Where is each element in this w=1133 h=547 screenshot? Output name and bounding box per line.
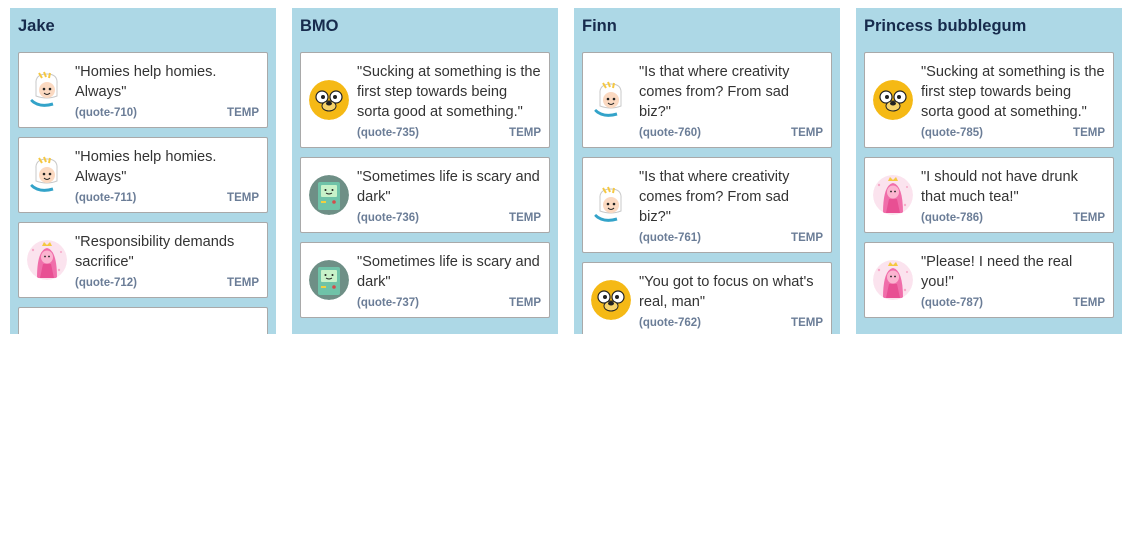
quote-card[interactable]: "Homies help homies. Always" (quote-710) T… bbox=[18, 52, 268, 128]
princess-bubblegum-avatar-icon bbox=[27, 240, 67, 280]
column: BMO "Sucking at something is the first st… bbox=[292, 8, 558, 334]
quote-meta: (quote-785) TEMP bbox=[921, 127, 1105, 139]
column-title[interactable]: Finn bbox=[582, 17, 617, 36]
quote-id: (quote-761) bbox=[639, 232, 701, 244]
quote-meta: (quote-710) TEMP bbox=[75, 107, 259, 119]
quote-tag: TEMP bbox=[791, 127, 823, 139]
quote-meta: (quote-786) TEMP bbox=[921, 212, 1105, 224]
quote-id: (quote-787) bbox=[921, 297, 983, 309]
quote-meta: (quote-787) TEMP bbox=[921, 297, 1105, 309]
quote-card[interactable]: "Is that where creativity comes from? Fr… bbox=[582, 157, 832, 253]
quote-id: (quote-785) bbox=[921, 127, 983, 139]
quote-text: "Is that where creativity comes from? Fr… bbox=[639, 64, 790, 120]
finn-avatar-icon bbox=[27, 155, 67, 195]
bmo-avatar-icon bbox=[309, 260, 349, 300]
jake-avatar-icon bbox=[873, 80, 913, 120]
column-title[interactable]: Jake bbox=[18, 17, 55, 36]
column: Finn "Is that where creativity comes from… bbox=[574, 8, 840, 334]
quote-text: "Homies help homies. Always" bbox=[75, 149, 217, 185]
quote-tag: TEMP bbox=[791, 232, 823, 244]
quote-tag: TEMP bbox=[227, 107, 259, 119]
quote-card[interactable]: "Homies help homies. Always" (quote-711) T… bbox=[18, 137, 268, 213]
quote-text: "Responsibility demands sacrifice" bbox=[75, 234, 235, 270]
quote-id: (quote-737) bbox=[357, 297, 419, 309]
quote-tag: TEMP bbox=[1073, 297, 1105, 309]
quote-card[interactable]: "Responsibility demands sacrifice" (quote… bbox=[18, 222, 268, 298]
quote-card[interactable] bbox=[18, 307, 268, 334]
quote-card[interactable]: "You got to focus on what's real, man" (q… bbox=[582, 262, 832, 334]
quote-text: "You got to focus on what's real, man" bbox=[639, 274, 814, 310]
jake-avatar-icon bbox=[591, 280, 631, 320]
quote-id: (quote-762) bbox=[639, 317, 701, 329]
quote-id: (quote-736) bbox=[357, 212, 419, 224]
quote-list: "Sucking at something is the first step … bbox=[300, 52, 550, 327]
quote-list: "Homies help homies. Always" (quote-710) T… bbox=[18, 52, 268, 334]
quote-id: (quote-735) bbox=[357, 127, 419, 139]
quote-list: "Is that where creativity comes from? Fr… bbox=[582, 52, 832, 334]
quote-meta: (quote-761) TEMP bbox=[639, 232, 823, 244]
quote-text: "Sometimes life is scary and dark" bbox=[357, 254, 540, 290]
bmo-avatar-icon bbox=[309, 175, 349, 215]
column: Jake "Homies help homies. Always" (quote-7… bbox=[10, 8, 276, 334]
quote-text: "Sucking at something is the first step … bbox=[921, 64, 1105, 120]
quote-tag: TEMP bbox=[509, 127, 541, 139]
quote-text: "I should not have drunk that much tea!" bbox=[921, 169, 1078, 205]
quote-card[interactable]: "Sometimes life is scary and dark" (quote… bbox=[300, 157, 550, 233]
quote-text: "Sometimes life is scary and dark" bbox=[357, 169, 540, 205]
princess-bubblegum-avatar-icon bbox=[873, 260, 913, 300]
quote-tag: TEMP bbox=[509, 212, 541, 224]
quote-tag: TEMP bbox=[227, 192, 259, 204]
quote-tag: TEMP bbox=[1073, 212, 1105, 224]
jake-avatar-icon bbox=[309, 80, 349, 120]
quote-meta: (quote-760) TEMP bbox=[639, 127, 823, 139]
quote-card[interactable]: "Sucking at something is the first step … bbox=[864, 52, 1114, 148]
quote-meta: (quote-735) TEMP bbox=[357, 127, 541, 139]
quote-card[interactable]: "I should not have drunk that much tea!"… bbox=[864, 157, 1114, 233]
quote-id: (quote-786) bbox=[921, 212, 983, 224]
quote-text: "Sucking at something is the first step … bbox=[357, 64, 541, 120]
quote-meta: (quote-736) TEMP bbox=[357, 212, 541, 224]
quote-list: "Sucking at something is the first step … bbox=[864, 52, 1114, 327]
quote-meta: (quote-712) TEMP bbox=[75, 277, 259, 289]
quote-tag: TEMP bbox=[227, 277, 259, 289]
quote-id: (quote-712) bbox=[75, 277, 137, 289]
quote-card[interactable]: "Sucking at something is the first step … bbox=[300, 52, 550, 148]
quote-tag: TEMP bbox=[509, 297, 541, 309]
finn-avatar-icon bbox=[591, 185, 631, 225]
princess-bubblegum-avatar-icon bbox=[873, 175, 913, 215]
quote-tag: TEMP bbox=[791, 317, 823, 329]
quote-id: (quote-710) bbox=[75, 107, 137, 119]
finn-avatar-icon bbox=[27, 70, 67, 110]
quote-meta: (quote-762) TEMP bbox=[639, 317, 823, 329]
quote-id: (quote-760) bbox=[639, 127, 701, 139]
quote-text: "Is that where creativity comes from? Fr… bbox=[639, 169, 790, 225]
quote-meta: (quote-711) TEMP bbox=[75, 192, 259, 204]
quote-card[interactable]: "Please! I need the real you!" (quote-787… bbox=[864, 242, 1114, 318]
column-title[interactable]: BMO bbox=[300, 17, 339, 36]
quote-text: "Homies help homies. Always" bbox=[75, 64, 217, 100]
quote-id: (quote-711) bbox=[75, 192, 137, 204]
quote-card[interactable]: "Sometimes life is scary and dark" (quote… bbox=[300, 242, 550, 318]
quote-tag: TEMP bbox=[1073, 127, 1105, 139]
finn-avatar-icon bbox=[591, 80, 631, 120]
column: Princess bubblegum "Sucking at something … bbox=[856, 8, 1122, 334]
quote-text: "Please! I need the real you!" bbox=[921, 254, 1073, 290]
quote-card[interactable]: "Is that where creativity comes from? Fr… bbox=[582, 52, 832, 148]
quote-meta: (quote-737) TEMP bbox=[357, 297, 541, 309]
column-title[interactable]: Princess bubblegum bbox=[864, 17, 1026, 36]
